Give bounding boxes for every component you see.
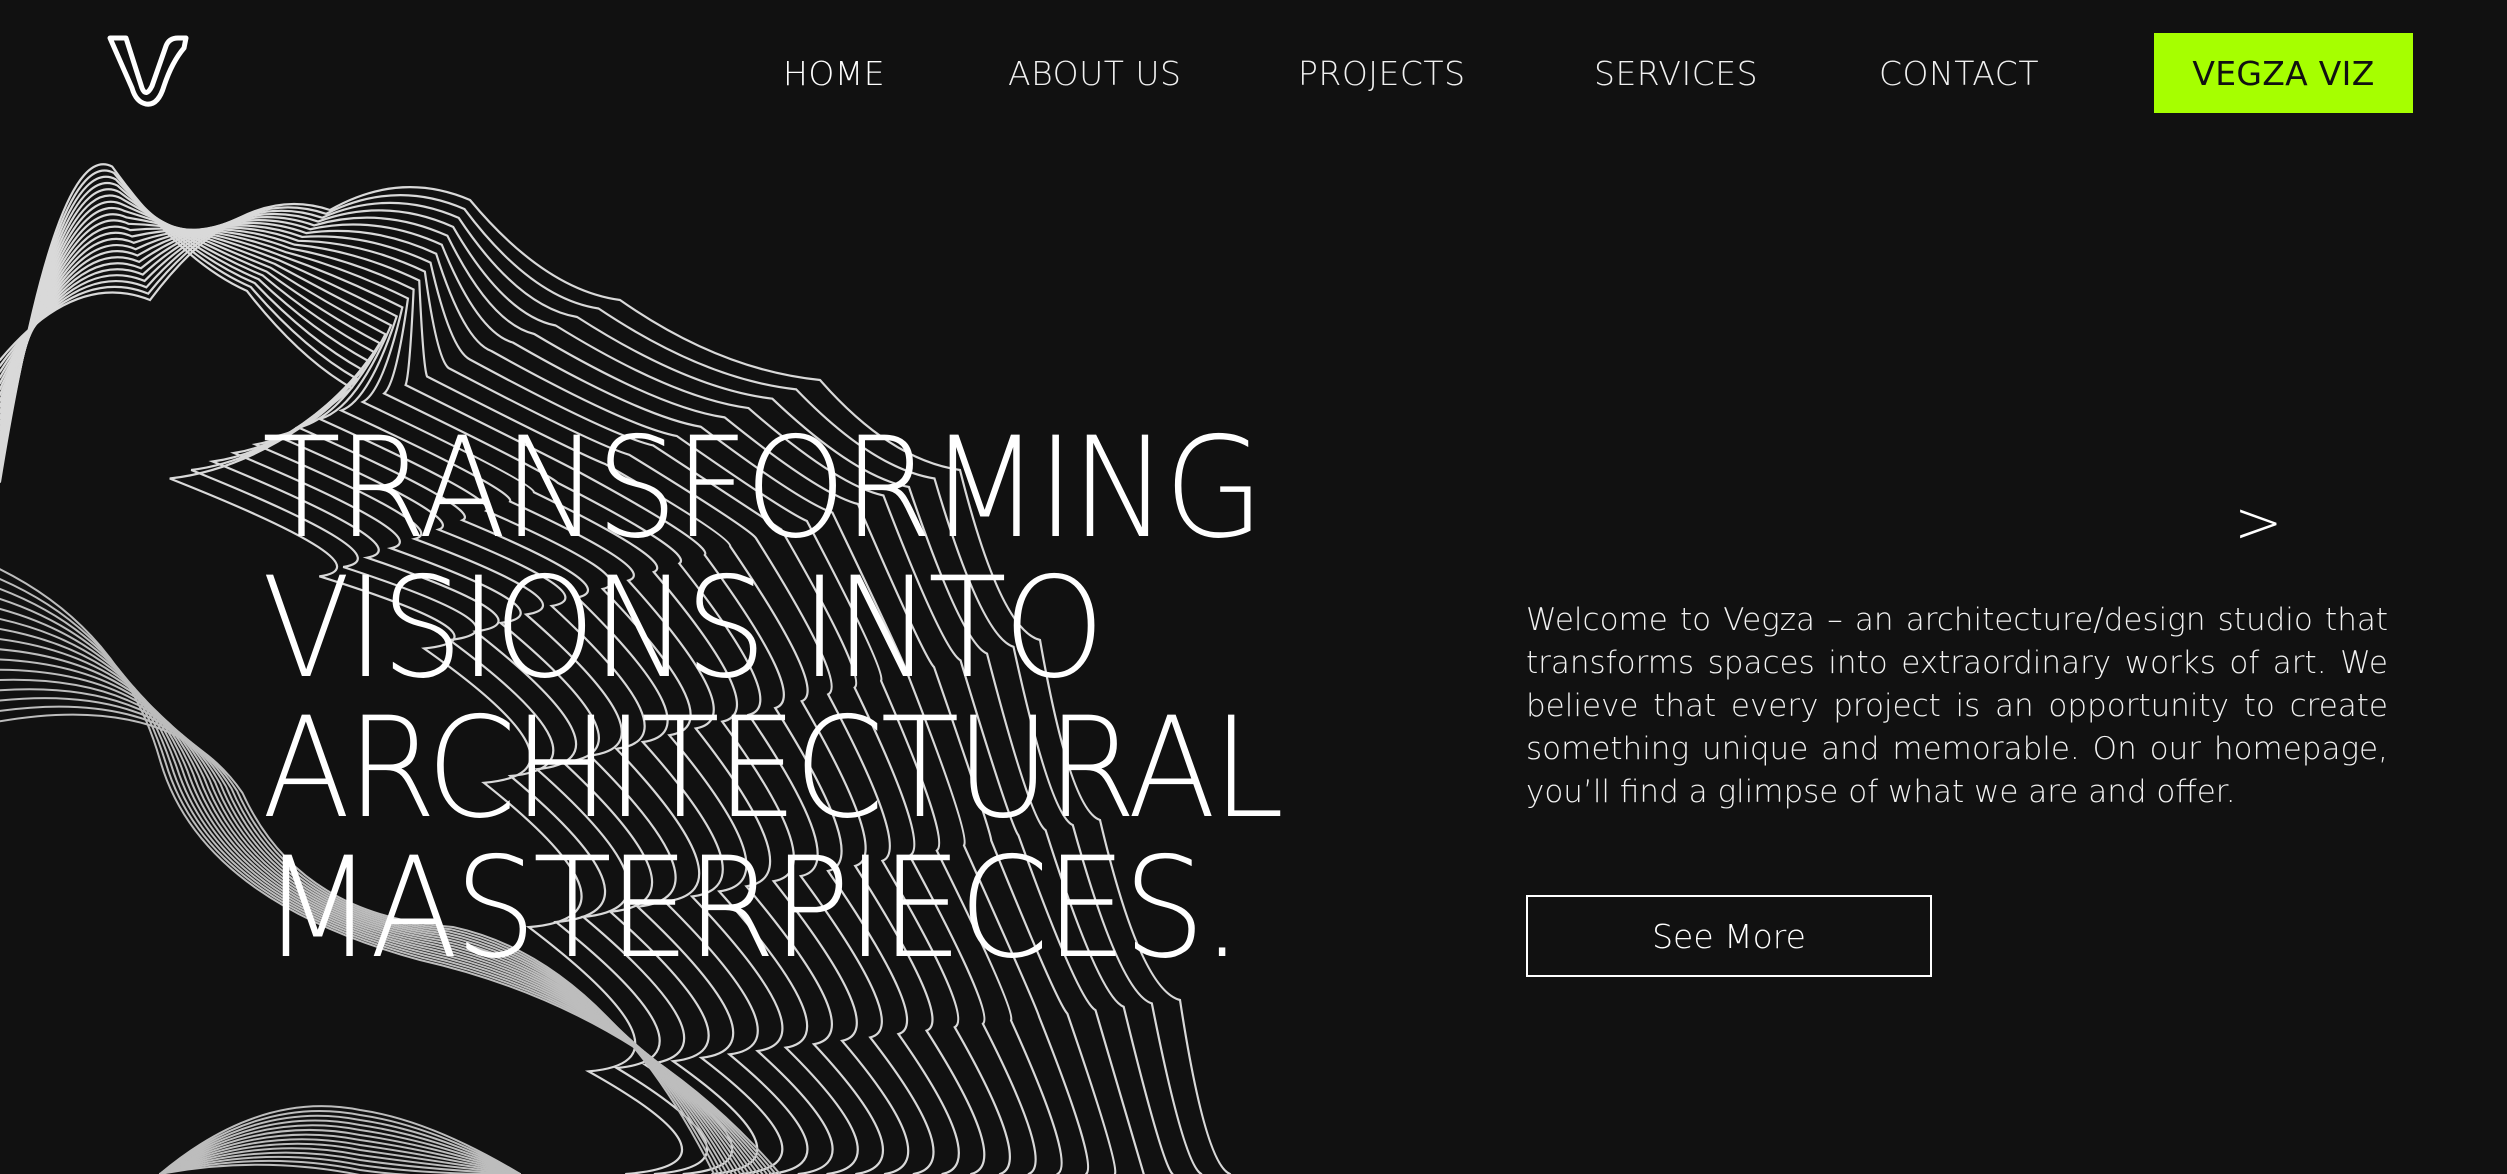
homepage: HOME ABOUT US PROJECTS SERVICES CONTACT … <box>0 0 2507 1174</box>
hero-intro-text: Welcome to Vegza – an architecture/desig… <box>1526 602 2388 810</box>
hero-headline: TRANSFORMING VISIONS INTO ARCHITECTURAL … <box>262 407 1284 989</box>
vegza-viz-button[interactable]: VEGZA VIZ <box>2154 33 2413 113</box>
see-more-button[interactable]: See More <box>1526 895 1932 977</box>
headline-line-4: MASTERPIECES. <box>262 827 1243 989</box>
main-nav: HOME ABOUT US PROJECTS SERVICES CONTACT <box>0 42 2507 102</box>
headline-line-3: ARCHITECTURAL <box>262 687 1284 849</box>
headline-line-2: VISIONS INTO <box>262 547 1105 709</box>
nav-item-home[interactable]: HOME <box>783 54 885 93</box>
headline-line-1: TRANSFORMING <box>262 407 1264 569</box>
nav-item-projects[interactable]: PROJECTS <box>1298 54 1466 93</box>
nav-item-about-us[interactable]: ABOUT US <box>1008 54 1181 93</box>
nav-item-services[interactable]: SERVICES <box>1594 54 1758 93</box>
next-arrow-icon[interactable]: > <box>2234 488 2283 556</box>
nav-item-contact[interactable]: CONTACT <box>1879 54 2039 93</box>
